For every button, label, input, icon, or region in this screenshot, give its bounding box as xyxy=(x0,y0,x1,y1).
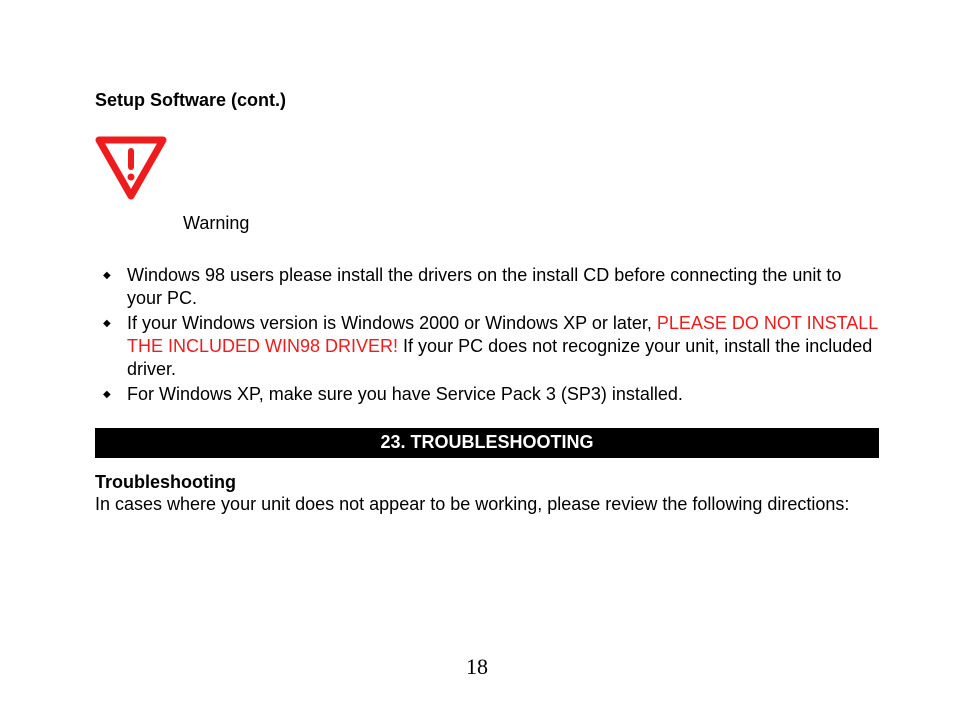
troubleshooting-block: Troubleshooting In cases where your unit… xyxy=(95,472,879,516)
subsection-heading: Troubleshooting xyxy=(95,472,879,493)
section-title-bar: 23. TROUBLESHOOTING xyxy=(95,428,879,458)
warning-icon xyxy=(95,136,879,205)
page-number: 18 xyxy=(0,654,954,680)
bullet-text: If your Windows version is Windows 2000 … xyxy=(127,312,879,381)
list-item: Windows 98 users please install the driv… xyxy=(95,264,879,310)
bullet-text: Windows 98 users please install the driv… xyxy=(127,265,841,308)
bullet-text: For Windows XP, make sure you have Servi… xyxy=(127,384,683,404)
warning-block: Warning xyxy=(95,136,879,234)
bullet-list: Windows 98 users please install the driv… xyxy=(95,264,879,406)
document-page: Setup Software (cont.) Warning Windows 9… xyxy=(0,0,954,557)
list-item: For Windows XP, make sure you have Servi… xyxy=(95,383,879,406)
list-item: If your Windows version is Windows 2000 … xyxy=(95,312,879,381)
body-paragraph: In cases where your unit does not appear… xyxy=(95,493,879,516)
warning-label: Warning xyxy=(183,213,249,234)
section-heading: Setup Software (cont.) xyxy=(95,90,879,111)
